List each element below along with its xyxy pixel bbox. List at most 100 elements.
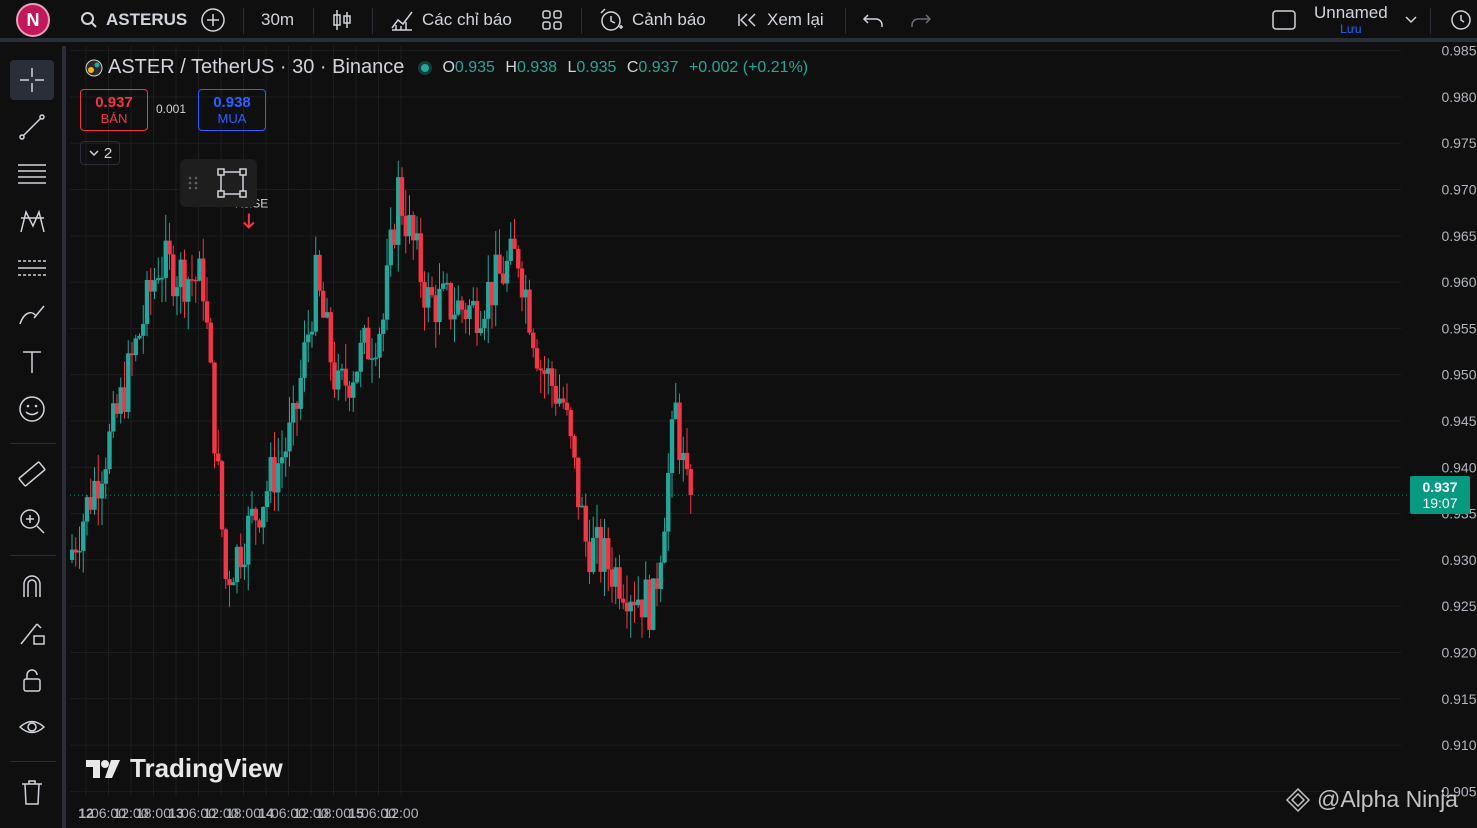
chevron-down-icon [1405, 16, 1417, 24]
pattern-tool[interactable] [10, 201, 54, 241]
user-avatar[interactable]: N [16, 3, 50, 37]
text-tool[interactable] [10, 342, 54, 382]
candlestick-chart[interactable]: 0.985 0.980 0.975 0.970 0.965 0.960 0.955 0.950… [70, 46, 1477, 828]
sell-button[interactable]: 0.937 BÁN [80, 89, 148, 131]
trendline-tool[interactable] [10, 107, 54, 147]
text-icon [23, 351, 41, 373]
hide-tool[interactable] [10, 707, 54, 747]
candle-body [81, 521, 86, 551]
candle-body [77, 550, 82, 553]
layout-save-button[interactable]: Unnamed Lưu [1314, 0, 1388, 40]
replay-button[interactable]: Xem lại [737, 0, 824, 40]
emoji-tool[interactable] [10, 389, 54, 429]
candle-body [448, 282, 453, 320]
candle-body [478, 328, 483, 334]
buy-button[interactable]: 0.938 MUA [198, 89, 266, 131]
candle-body [253, 508, 258, 521]
candle-body [287, 422, 292, 452]
candle-body [246, 515, 251, 565]
layout-name: Unnamed [1314, 3, 1388, 22]
candle-body [156, 278, 161, 281]
candle-body [542, 370, 547, 374]
ruler-tool[interactable] [10, 454, 54, 494]
candle-body [651, 578, 656, 630]
redo-button[interactable] [910, 0, 932, 40]
indicators-collapse-button[interactable]: 2 [80, 141, 120, 165]
symbol-title[interactable]: ASTER / TetherUS · 30 · Binance [108, 56, 404, 79]
indicators-button[interactable]: Các chỉ báo [390, 0, 512, 40]
candle-body [621, 598, 626, 603]
buy-label: MUA [217, 111, 247, 126]
select-rectangle-icon[interactable] [216, 167, 248, 199]
candle-body [437, 288, 442, 323]
crosshair-tool[interactable] [10, 60, 54, 100]
candle-body [178, 259, 183, 288]
candle-body [519, 268, 525, 298]
candle-body [467, 305, 472, 319]
quick-search-button[interactable] [1448, 0, 1474, 40]
magnet-tool[interactable] [10, 566, 54, 606]
delete-tool[interactable] [10, 772, 54, 812]
candle-body [516, 248, 521, 269]
eye-icon [18, 720, 46, 734]
candle-body [264, 491, 270, 507]
candle-body [204, 301, 210, 323]
candle-body [328, 312, 333, 363]
candle-body [564, 402, 570, 411]
candle-body [212, 362, 217, 454]
candle-body [666, 473, 671, 532]
price-tick-label: 0.965 [1441, 228, 1476, 244]
candles-icon [333, 10, 351, 30]
projection-tool[interactable] [10, 248, 54, 288]
candle-body [339, 368, 345, 371]
candle-body [471, 300, 476, 306]
candle-body [624, 602, 630, 612]
candle-body [681, 452, 686, 461]
compare-add-button[interactable] [200, 0, 226, 40]
candle-body [504, 260, 510, 284]
symbol-search-button[interactable]: ASTERUS [80, 0, 187, 40]
templates-button[interactable] [541, 0, 563, 40]
candle-body [377, 333, 382, 358]
price-tick-label: 0.970 [1441, 182, 1476, 198]
lock-drawing-tool[interactable] [10, 613, 54, 653]
fib-tool[interactable] [10, 154, 54, 194]
candle-body [512, 238, 517, 249]
brush-tool[interactable] [10, 295, 54, 335]
candle-body [456, 300, 461, 315]
candle-body [186, 279, 191, 302]
candle-body [688, 469, 693, 496]
candle-body [576, 457, 581, 508]
candle-body [557, 398, 562, 404]
candle-body [384, 265, 390, 320]
undo-icon [862, 14, 883, 27]
time-tick-label: 18:00 [136, 805, 171, 821]
lock-all-tool[interactable] [10, 660, 54, 700]
candle-body [549, 368, 555, 386]
candle-body [354, 371, 360, 383]
interval-button[interactable]: 30m [261, 0, 294, 40]
layout-menu-button[interactable] [1404, 0, 1418, 40]
chart-pane[interactable]: 0.985 0.980 0.975 0.970 0.965 0.960 0.955 0.950… [70, 46, 1477, 828]
last-price-value: 0.937 [1422, 479, 1458, 496]
replay-icon [738, 13, 756, 27]
symbol-name: ASTERUS [106, 10, 188, 29]
zoom-tool[interactable] [10, 501, 54, 541]
chart-type-button[interactable] [331, 0, 353, 40]
candle-body [294, 403, 300, 409]
undo-button[interactable] [862, 0, 884, 40]
alerts-button[interactable]: Cảnh báo [598, 0, 706, 40]
emoji-icon [19, 396, 45, 422]
candle-body [171, 254, 176, 297]
ruler-icon [18, 461, 46, 487]
candle-body [654, 578, 660, 589]
tradingview-logo[interactable]: TradingView [84, 753, 283, 784]
layout-toggle[interactable] [1271, 0, 1297, 40]
drag-handle-icon[interactable] [186, 173, 200, 193]
candle-body [523, 289, 528, 298]
redo-icon [911, 14, 932, 27]
candle-body [272, 457, 277, 493]
candle-body [381, 319, 386, 334]
candle-body [309, 331, 315, 335]
candle-body [602, 538, 607, 572]
